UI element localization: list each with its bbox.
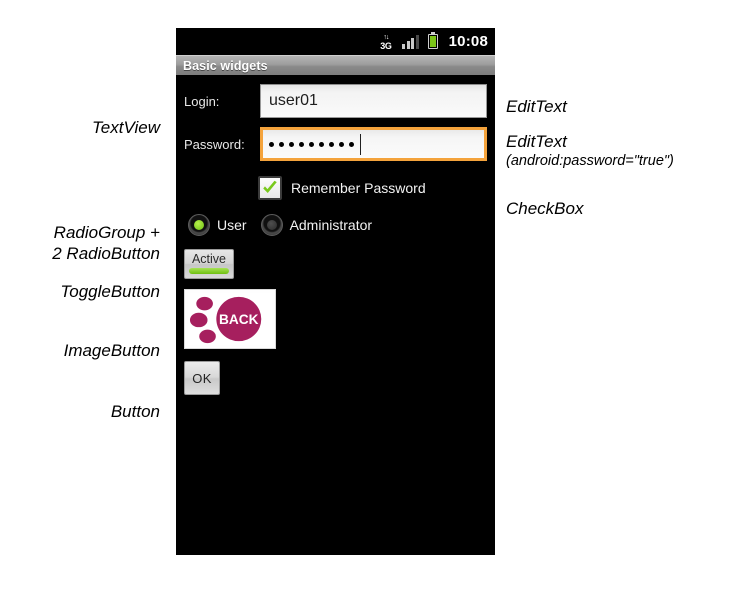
role-radio-group: User Administrator bbox=[176, 214, 495, 236]
ok-button-label: OK bbox=[192, 370, 212, 386]
remember-password-label: Remember Password bbox=[291, 180, 426, 196]
login-input-value: user01 bbox=[269, 92, 318, 109]
phone-screen: ↑↓ 3G 10:08 Basic widgets Login: user01 … bbox=[176, 28, 495, 555]
signal-strength-icon bbox=[401, 34, 419, 49]
toggle-button-row: Active bbox=[176, 249, 495, 279]
status-bar-clock: 10:08 bbox=[448, 33, 488, 50]
app-title-bar: Basic widgets bbox=[176, 55, 495, 75]
password-label: Password: bbox=[184, 136, 245, 152]
annotation-edittext-password-sub: (android:password="true") bbox=[506, 153, 674, 170]
image-button-row: BACK bbox=[176, 289, 495, 349]
login-input[interactable]: user01 bbox=[260, 84, 487, 118]
checkmark-icon bbox=[258, 176, 282, 200]
annotation-imagebutton-label: ImageButton bbox=[63, 341, 160, 360]
active-toggle-label: Active bbox=[191, 252, 227, 266]
radio-option-administrator-label: Administrator bbox=[289, 217, 373, 233]
paw-back-icon: BACK bbox=[188, 293, 272, 345]
ok-button[interactable]: OK bbox=[184, 361, 220, 395]
radio-option-administrator[interactable]: Administrator bbox=[260, 214, 373, 236]
annotation-radiogroup-line1: RadioGroup + bbox=[53, 223, 160, 242]
annotation-togglebutton-label: ToggleButton bbox=[60, 282, 160, 301]
annotation-textview-label: TextView bbox=[91, 118, 160, 137]
login-label: Login: bbox=[184, 93, 220, 109]
annotation-radiogroup-line2: 2 RadioButton bbox=[52, 244, 160, 264]
radio-option-user-label: User bbox=[217, 217, 247, 233]
annotation-button-label: Button bbox=[110, 402, 160, 421]
battery-icon bbox=[427, 32, 438, 49]
login-row: Login: user01 bbox=[176, 83, 495, 119]
annotation-button: Button bbox=[20, 401, 160, 422]
radio-unselected-icon bbox=[260, 214, 283, 236]
annotation-textview: TextView bbox=[20, 117, 160, 138]
password-row: Password: bbox=[176, 126, 495, 162]
app-content: Login: user01 Password: Remember Passwor… bbox=[176, 83, 495, 395]
annotation-togglebutton: ToggleButton bbox=[20, 281, 160, 302]
annotation-edittext-password: EditText (android:password="true") bbox=[506, 131, 674, 170]
network-3g-label: 3G bbox=[380, 40, 392, 51]
app-title-label: Basic widgets bbox=[183, 58, 268, 73]
status-bar: ↑↓ 3G 10:08 bbox=[176, 28, 495, 55]
remember-password-checkbox[interactable]: Remember Password bbox=[176, 176, 495, 200]
back-image-button[interactable]: BACK bbox=[184, 289, 276, 349]
text-cursor bbox=[360, 133, 361, 155]
radio-option-user[interactable]: User bbox=[188, 214, 247, 236]
password-input[interactable] bbox=[260, 127, 487, 161]
annotation-edittext-password-label: EditText bbox=[506, 132, 567, 151]
svg-text:BACK: BACK bbox=[219, 312, 259, 327]
annotation-edittext-login-label: EditText bbox=[506, 97, 567, 116]
annotation-radiogroup: RadioGroup + 2 RadioButton bbox=[10, 222, 160, 265]
password-masked-dots bbox=[269, 141, 359, 147]
ok-button-row: OK bbox=[176, 361, 495, 395]
active-toggle-button[interactable]: Active bbox=[184, 249, 234, 279]
network-3g-icon: ↑↓ 3G bbox=[380, 33, 392, 51]
annotation-edittext-login: EditText bbox=[506, 96, 567, 117]
annotation-checkbox-label: CheckBox bbox=[506, 199, 584, 218]
radio-selected-icon bbox=[188, 214, 210, 236]
annotation-checkbox: CheckBox bbox=[506, 198, 583, 219]
annotation-imagebutton: ImageButton bbox=[20, 340, 160, 361]
toggle-on-indicator bbox=[189, 268, 229, 274]
